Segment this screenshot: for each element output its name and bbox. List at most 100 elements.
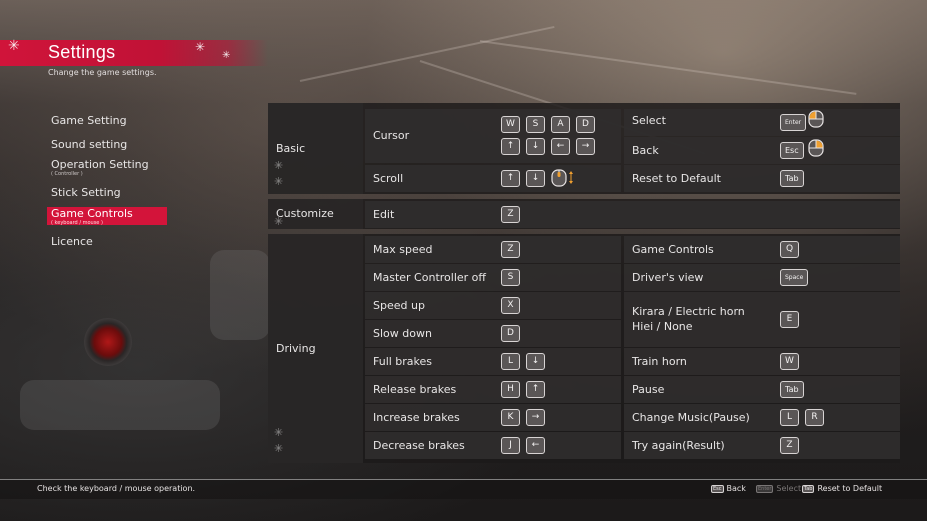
control-label: Cursor — [373, 129, 410, 142]
arrow-up-key: ↑ — [526, 381, 545, 398]
menu-item-label: Sound setting — [51, 138, 128, 151]
control-row-max-speed[interactable]: Max speed Z — [365, 236, 621, 263]
menu-item-label: Operation Setting — [51, 158, 149, 171]
category-label: Customize — [276, 207, 334, 220]
control-row-drivers-view[interactable]: Driver's view Space — [624, 264, 900, 291]
help-text: Check the keyboard / mouse operation. — [37, 484, 196, 493]
arrow-up-key: ↑ — [501, 170, 520, 187]
control-row-decrease-brakes[interactable]: Decrease brakes J ← — [365, 432, 621, 459]
space-key: Space — [780, 269, 809, 286]
control-label: Game Controls — [632, 243, 714, 256]
maple-leaf-icon: ✳ — [274, 215, 284, 228]
enter-key-icon: Enter — [756, 485, 774, 493]
footer-back-button[interactable]: Esc Back — [711, 484, 746, 493]
arrow-left-key: ← — [526, 437, 545, 454]
control-label: Train horn — [632, 355, 687, 368]
key-cap: S — [526, 116, 545, 133]
control-label: Decrease brakes — [373, 439, 465, 452]
control-row-reset-to-default[interactable]: Reset to Default Tab — [624, 165, 900, 192]
tab-key: Tab — [780, 170, 804, 187]
footer-select-button[interactable]: Enter Select — [756, 484, 801, 493]
menu-item-licence[interactable]: Licence — [47, 235, 167, 248]
key-cap: E — [780, 311, 799, 328]
key-cap: Z — [501, 206, 520, 223]
control-row-pause[interactable]: Pause Tab — [624, 376, 900, 403]
key-cap: R — [805, 409, 824, 426]
category-label: Driving — [276, 342, 316, 355]
key-cap: L — [780, 409, 799, 426]
control-label: Full brakes — [373, 355, 433, 368]
control-label: Driver's view — [632, 271, 704, 284]
control-row-slow-down[interactable]: Slow down D — [365, 320, 621, 347]
control-label: Kirara / Electric horn — [632, 305, 745, 318]
control-row-back[interactable]: Back Esc — [624, 137, 900, 164]
menu-item-sublabel: ( keyboard / mouse ) — [51, 220, 103, 226]
mouse-left-click-icon — [808, 110, 824, 128]
arrow-down-key: ↓ — [526, 170, 545, 187]
customize-section: Customize ✳ Edit Z — [268, 199, 900, 229]
key-cap: Z — [501, 241, 520, 258]
key-cap: S — [501, 269, 520, 286]
menu-item-label: Game Setting — [51, 114, 127, 127]
control-row-release-brakes[interactable]: Release brakes H ↑ — [365, 376, 621, 403]
menu-item-operation-setting[interactable]: Operation Setting( Controller ) — [47, 158, 167, 177]
key-cap: D — [501, 325, 520, 342]
control-row-increase-brakes[interactable]: Increase brakes K → — [365, 404, 621, 431]
control-row-train-horn[interactable]: Train horn W — [624, 348, 900, 375]
menu-item-label: Licence — [51, 235, 93, 248]
control-row-select[interactable]: Select Enter — [624, 109, 900, 136]
menu-item-game-controls[interactable]: Game Controls( keyboard / mouse ) — [47, 207, 167, 226]
page-subtitle: Change the game settings. — [48, 68, 157, 77]
page-title: Settings — [48, 42, 116, 62]
key-cap: H — [501, 381, 520, 398]
control-row-try-again[interactable]: Try again(Result) Z — [624, 432, 900, 459]
control-row-scroll[interactable]: Scroll ↑ ↓ — [365, 165, 621, 192]
control-label: Edit — [373, 208, 395, 221]
control-row-change-music[interactable]: Change Music(Pause) L R — [624, 404, 900, 431]
control-label: Master Controller off — [373, 271, 486, 284]
key-cap: D — [576, 116, 595, 133]
key-cap: W — [780, 353, 799, 370]
key-cap: J — [501, 437, 520, 454]
control-row-cursor[interactable]: Cursor W S A D ↑ ↓ ← → — [365, 109, 621, 163]
key-cap: Z — [780, 437, 799, 454]
control-label: Scroll — [373, 172, 404, 185]
arrow-right-key: → — [526, 409, 545, 426]
category-basic: Basic ✳ ✳ — [268, 103, 363, 194]
footer-action-label: Select — [776, 484, 802, 493]
control-row-kirara-electric-horn[interactable]: Kirara / Electric horn Hiei / None E — [624, 292, 900, 347]
category-customize: Customize ✳ — [268, 199, 363, 229]
maple-leaf-icon: ✳ — [274, 442, 284, 455]
control-row-edit[interactable]: Edit Z — [365, 201, 900, 228]
key-cap: Q — [780, 241, 799, 258]
arrow-left-key: ← — [551, 138, 570, 155]
key-cap: X — [501, 297, 520, 314]
tab-key: Tab — [780, 381, 804, 398]
mouse-right-click-icon — [808, 139, 824, 157]
control-row-full-brakes[interactable]: Full brakes L ↓ — [365, 348, 621, 375]
menu-item-label: Stick Setting — [51, 186, 121, 199]
footer-action-label: Back — [726, 484, 746, 493]
category-driving: Driving ✳ ✳ — [268, 234, 363, 463]
arrow-up-key: ↑ — [501, 138, 520, 155]
key-cap: W — [501, 116, 520, 133]
control-row-master-controller-off[interactable]: Master Controller off S — [365, 264, 621, 291]
menu-item-stick-setting[interactable]: Stick Setting — [47, 186, 167, 199]
footer-reset-button[interactable]: Tab Reset to Default — [802, 484, 882, 493]
menu-item-game-setting[interactable]: Game Setting — [47, 114, 167, 127]
menu-item-sound-setting[interactable]: Sound setting — [47, 138, 167, 151]
control-row-speed-up[interactable]: Speed up X — [365, 292, 621, 319]
key-cap: L — [501, 353, 520, 370]
arrow-right-key: → — [576, 138, 595, 155]
control-label: Hiei / None — [632, 320, 693, 333]
control-row-game-controls[interactable]: Game Controls Q — [624, 236, 900, 263]
control-label: Slow down — [373, 327, 432, 340]
maple-leaf-icon: ✳ — [222, 50, 231, 61]
control-label: Increase brakes — [373, 411, 460, 424]
mouse-wheel-icon — [551, 169, 573, 187]
menu-item-label: Game Controls — [51, 207, 133, 220]
brake-handle-graphic — [84, 318, 132, 366]
tab-key-icon: Tab — [802, 485, 815, 493]
maple-leaf-icon: ✳ — [195, 40, 206, 54]
footer-bar: Check the keyboard / mouse operation. Es… — [0, 479, 927, 499]
